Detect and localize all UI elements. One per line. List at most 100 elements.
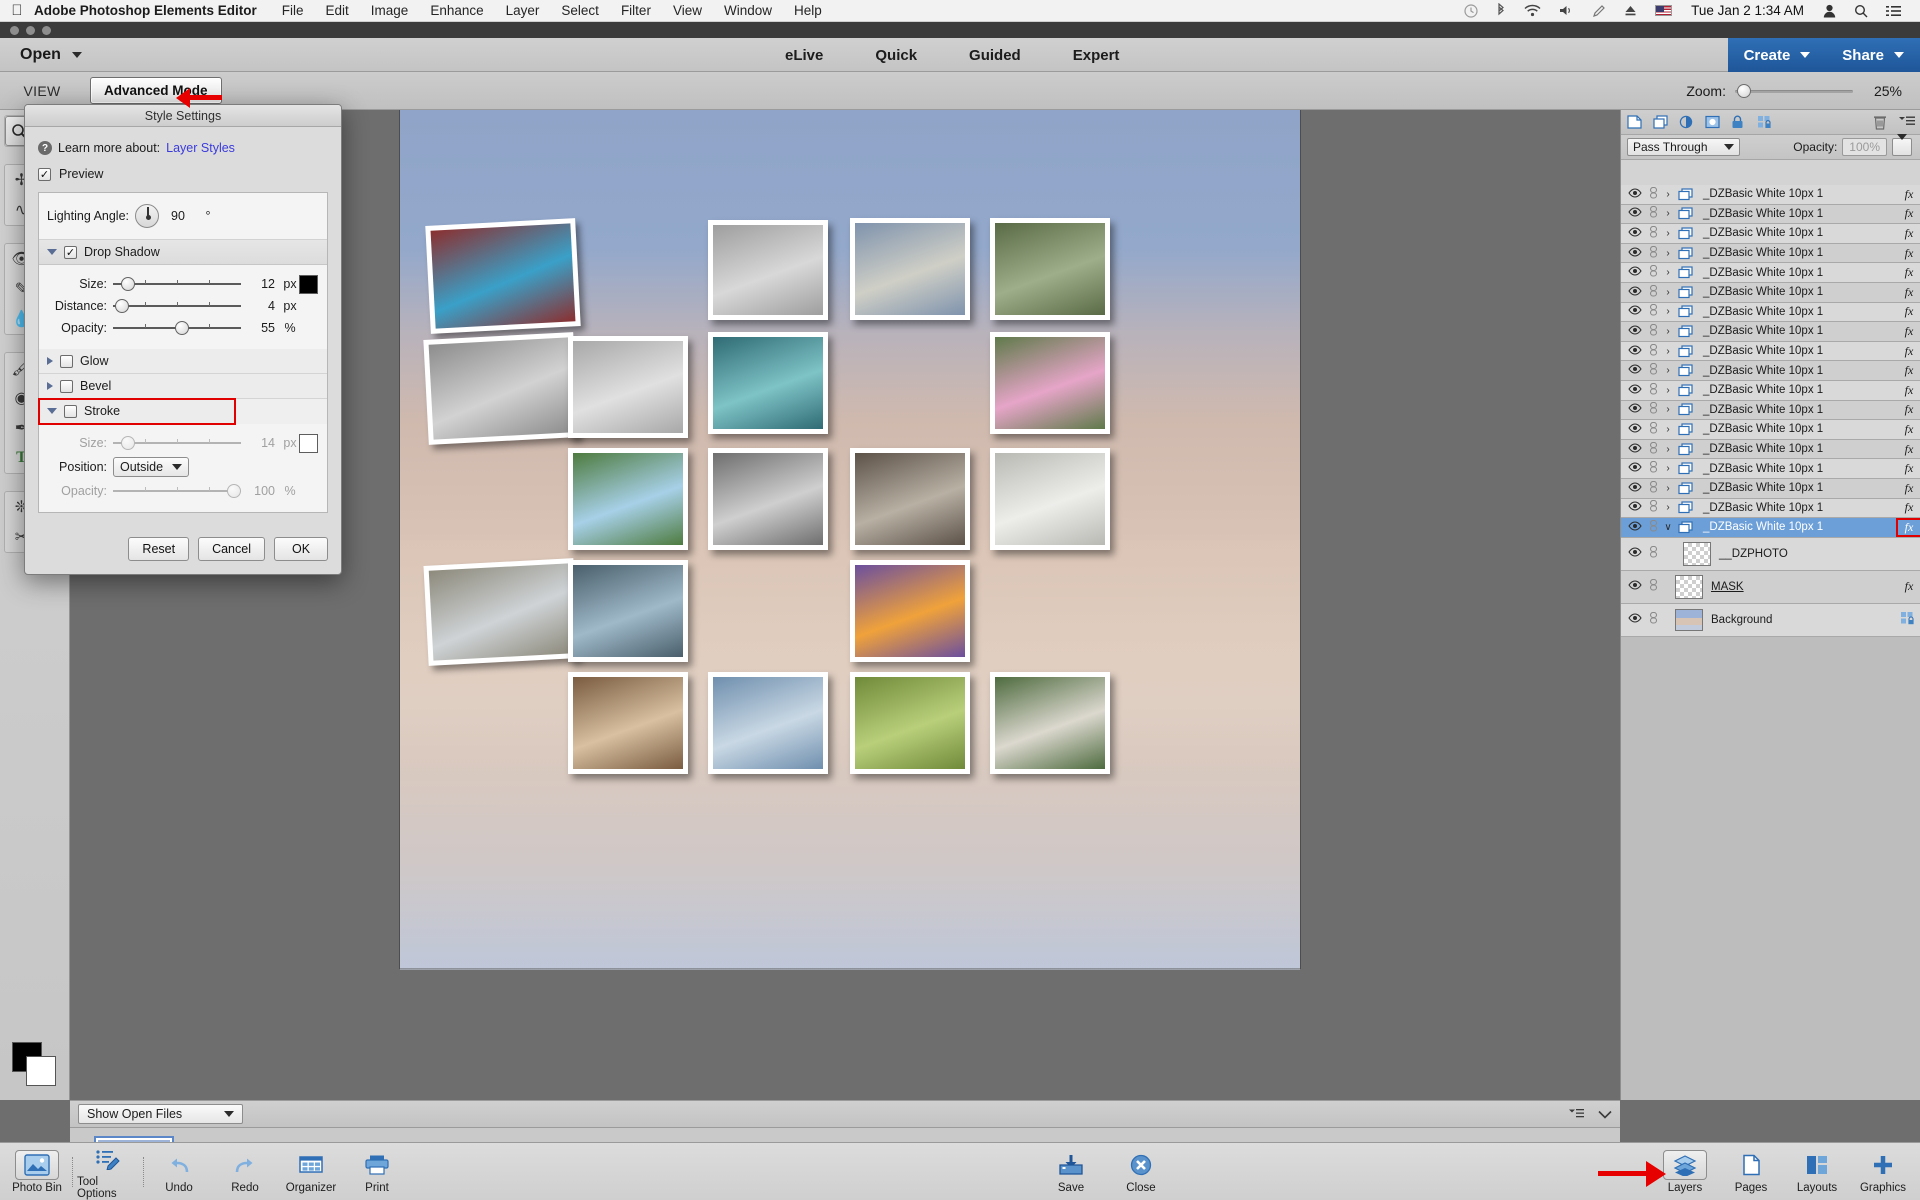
ok-button[interactable]: OK <box>274 537 328 561</box>
wifi-icon[interactable] <box>1515 4 1550 17</box>
layer-link-icon[interactable] <box>1645 421 1661 437</box>
stroke-size-value[interactable]: 14 <box>241 436 275 450</box>
layer-row[interactable]: __DZPHOTO <box>1621 537 1920 571</box>
layer-name[interactable]: _DZBasic White 10px 1 <box>1695 521 1898 533</box>
layer-link-icon[interactable] <box>1645 323 1661 339</box>
layer-link-icon[interactable] <box>1645 245 1661 261</box>
menu-bar-clock[interactable]: Tue Jan 2 1:34 AM <box>1681 3 1814 18</box>
open-button[interactable]: Open <box>0 46 82 64</box>
color-swatches[interactable] <box>12 1042 56 1086</box>
layer-visibility-icon[interactable] <box>1625 227 1645 240</box>
show-open-files-select[interactable]: Show Open Files <box>78 1104 244 1124</box>
layer-fx-badge[interactable]: fx <box>1898 383 1920 398</box>
chevron-right-icon[interactable] <box>47 382 53 390</box>
layer-name[interactable]: _DZBasic White 10px 1 <box>1695 267 1898 279</box>
photo-bin-button[interactable]: Photo Bin <box>6 1149 68 1194</box>
apple-menu-icon[interactable]:  <box>0 2 34 19</box>
menu-help[interactable]: Help <box>783 3 833 18</box>
layer-link-icon[interactable] <box>1645 546 1661 561</box>
layer-link-icon[interactable] <box>1645 265 1661 280</box>
drop-shadow-size-slider[interactable] <box>113 276 241 292</box>
layer-link-icon[interactable] <box>1645 402 1661 417</box>
glow-section-header[interactable]: Glow <box>39 349 327 374</box>
layer-link-icon[interactable] <box>1645 519 1661 535</box>
layer-fx-badge[interactable]: fx <box>1898 461 1920 476</box>
layer-row[interactable]: › _DZBasic White 10px 1 fx <box>1621 282 1920 303</box>
pencil-icon[interactable] <box>1583 4 1615 18</box>
chevron-right-icon[interactable]: › <box>1661 306 1675 317</box>
layer-link-icon[interactable] <box>1645 363 1661 378</box>
layer-name[interactable]: _DZBasic White 10px 1 <box>1695 443 1898 455</box>
layer-name[interactable]: _DZBasic White 10px 1 <box>1695 463 1898 475</box>
window-maximize-button[interactable] <box>42 25 51 35</box>
layer-lock-icon[interactable] <box>1898 611 1920 629</box>
chevron-right-icon[interactable]: › <box>1661 404 1675 415</box>
layer-visibility-icon[interactable] <box>1625 305 1645 318</box>
layer-row[interactable]: › _DZBasic White 10px 1 fx <box>1621 478 1920 499</box>
layer-fx-badge[interactable]: fx <box>1898 206 1920 221</box>
panel-menu-icon[interactable] <box>1899 115 1915 129</box>
barn-photo[interactable] <box>423 558 579 666</box>
layer-link-icon[interactable] <box>1645 343 1661 359</box>
tab-quick[interactable]: Quick <box>875 47 917 64</box>
chevron-right-icon[interactable]: › <box>1661 463 1675 474</box>
graphics-button[interactable]: Graphics <box>1852 1150 1914 1194</box>
opacity-field[interactable]: 100% <box>1842 138 1887 156</box>
layer-visibility-icon[interactable] <box>1625 364 1645 377</box>
menu-file[interactable]: File <box>271 3 315 18</box>
layer-link-icon[interactable] <box>1645 500 1661 515</box>
layer-name[interactable]: _DZBasic White 10px 1 <box>1695 482 1898 494</box>
layer-fx-badge[interactable]: fx <box>1898 402 1920 417</box>
chevron-down-icon[interactable] <box>71 51 82 58</box>
drop-shadow-opacity-value[interactable]: 55 <box>241 321 275 335</box>
layer-row[interactable]: › _DZBasic White 10px 1 fx <box>1621 400 1920 421</box>
chevron-down-icon[interactable] <box>47 408 57 414</box>
layer-visibility-icon[interactable] <box>1625 423 1645 436</box>
drop-shadow-checkbox[interactable]: ✓ <box>64 245 77 259</box>
layer-name[interactable]: _DZBasic White 10px 1 <box>1695 404 1898 416</box>
layer-fx-badge[interactable]: fx <box>1898 285 1920 300</box>
lighting-angle-value[interactable]: 90 <box>159 209 193 223</box>
lighting-angle-dial[interactable] <box>135 204 159 228</box>
layer-name[interactable]: MASK <box>1703 581 1898 593</box>
layer-name[interactable]: _DZBasic White 10px 1 <box>1695 247 1898 259</box>
layer-row[interactable]: ∨ _DZBasic White 10px 1 fx <box>1621 517 1920 538</box>
layer-name[interactable]: _DZBasic White 10px 1 <box>1695 502 1898 514</box>
layer-link-icon[interactable] <box>1645 441 1661 457</box>
layer-styles-link[interactable]: Layer Styles <box>166 141 235 155</box>
layer-name[interactable]: _DZBasic White 10px 1 <box>1695 345 1898 357</box>
layer-row[interactable]: › _DZBasic White 10px 1 fx <box>1621 322 1920 342</box>
layer-fx-badge[interactable]: fx <box>1898 187 1920 202</box>
slider-knob[interactable] <box>121 436 135 450</box>
stream-rocks-photo[interactable] <box>850 448 970 550</box>
chevron-right-icon[interactable]: › <box>1661 502 1675 513</box>
layer-row[interactable]: › _DZBasic White 10px 1 fx <box>1621 263 1920 283</box>
ice-shore-photo[interactable] <box>990 448 1110 550</box>
link-layers-icon[interactable] <box>1757 115 1772 129</box>
menu-view[interactable]: View <box>662 3 713 18</box>
layer-visibility-icon[interactable] <box>1625 442 1645 456</box>
print-button[interactable]: Print <box>346 1150 408 1194</box>
spotlight-search-icon[interactable] <box>1845 4 1877 18</box>
chevron-right-icon[interactable]: › <box>1661 287 1675 298</box>
chevron-down-icon[interactable] <box>47 249 57 255</box>
layer-name[interactable]: Background <box>1703 614 1898 626</box>
cancel-button[interactable]: Cancel <box>198 537 265 561</box>
layer-fx-badge[interactable]: fx <box>1898 481 1920 496</box>
chevron-right-icon[interactable]: › <box>1661 385 1675 396</box>
layer-row[interactable]: › _DZBasic White 10px 1 fx <box>1621 439 1920 460</box>
layer-visibility-icon[interactable] <box>1625 580 1645 593</box>
layer-name[interactable]: _DZBasic White 10px 1 <box>1695 286 1898 298</box>
layer-link-icon[interactable] <box>1645 225 1661 241</box>
layer-row[interactable]: MASK fx <box>1621 570 1920 604</box>
close-button[interactable]: Close <box>1110 1150 1172 1194</box>
purple-crocus-photo[interactable] <box>850 560 970 662</box>
notification-center-icon[interactable] <box>1877 5 1910 17</box>
engine-teal-photo[interactable] <box>708 332 828 434</box>
chevron-right-icon[interactable]: › <box>1661 228 1675 239</box>
blend-mode-select[interactable]: Pass Through <box>1627 138 1740 156</box>
chapel-photo[interactable] <box>990 672 1110 774</box>
chevron-right-icon[interactable]: › <box>1661 189 1675 200</box>
chevron-right-icon[interactable]: › <box>1661 424 1675 435</box>
layer-name[interactable]: _DZBasic White 10px 1 <box>1695 208 1898 220</box>
